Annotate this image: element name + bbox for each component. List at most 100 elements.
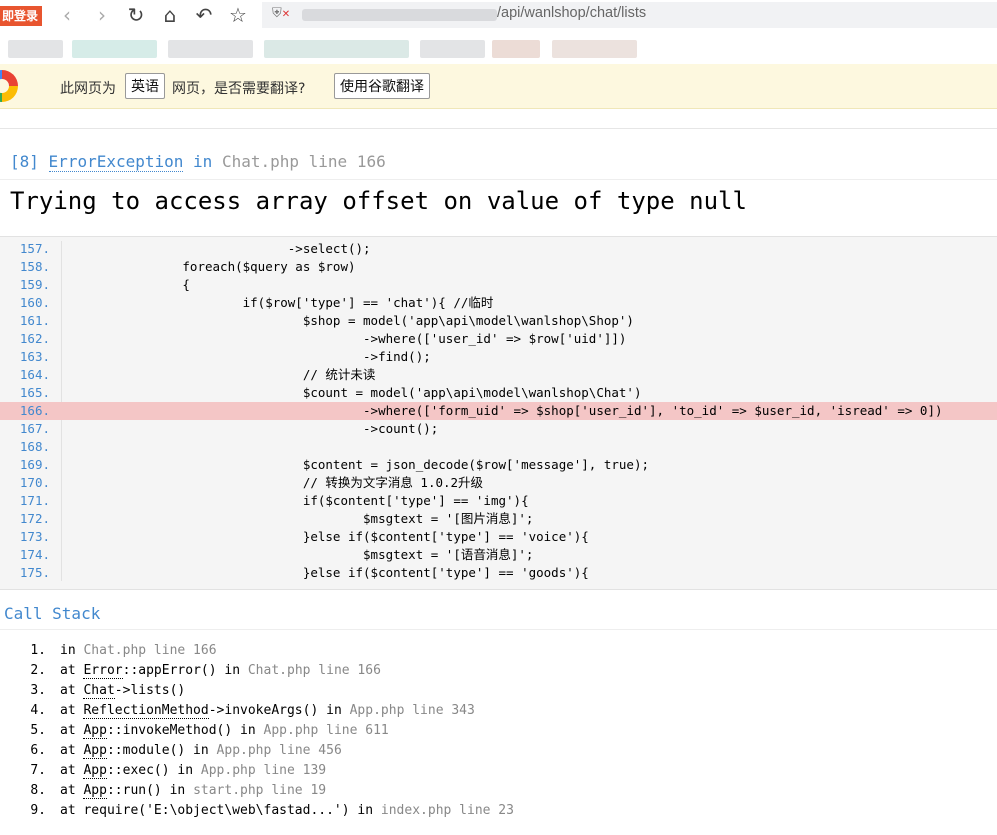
error-header: [8] ErrorException in Chat.php line 166 [10,152,386,172]
code-text: // 统计未读 [62,367,376,382]
line-number: 164. [19,367,50,382]
code-line: 160. if($row['type'] == 'chat'){ //临时 [0,294,997,312]
code-line: 158. foreach($query as $row) [0,258,997,276]
stack-frame: in Chat.php line 166 [60,641,217,661]
divider [0,629,997,630]
reload-icon[interactable]: ↻ [124,3,148,27]
stack-index: 6. [30,743,46,758]
code-line: 165. $count = model('app\api\model\wanls… [0,384,997,402]
code-text: $count = model('app\api\model\wanlshop\C… [62,385,642,400]
code-line: 173. }else if($content['type'] == 'voice… [0,528,997,546]
login-badge[interactable]: 即登录 [0,6,43,26]
call-stack-title: Call Stack [4,604,101,623]
bookmark-item[interactable] [8,40,63,58]
line-number: 163. [19,349,50,364]
stack-frame: at ReflectionMethod->invokeArgs() in App… [60,701,475,721]
line-number: 166. [19,403,50,418]
line-number: 165. [19,385,50,400]
line-number: 158. [19,259,50,274]
code-line: 161. $shop = model('app\api\model\wanlsh… [0,312,997,330]
translate-button[interactable]: 使用谷歌翻译 [334,73,430,99]
stack-index: 5. [30,723,46,738]
frame-mid: ->lists() [114,683,186,698]
source-code-panel: 157. ->select(); 158. foreach($query as $… [0,236,997,590]
line-number: 174. [19,547,50,562]
line-number: 172. [19,511,50,526]
bookmark-item[interactable] [420,40,485,58]
stack-index: 9. [30,803,46,818]
code-text: foreach($query as $row) [62,259,356,274]
stack-index: 1. [30,643,46,658]
code-line: 163. ->find(); [0,348,997,366]
code-line: 171. if($content['type'] == 'img'){ [0,492,997,510]
code-text: $msgtext = '[图片消息]'; [62,511,534,526]
bookmark-item[interactable] [264,40,409,58]
code-line: 169. $content = json_decode($row['messag… [0,456,997,474]
frame-g: App.php line 139 [200,763,327,778]
line-number: 157. [19,241,50,256]
divider [0,179,997,180]
code-text: ->find(); [62,349,431,364]
site-security-icon[interactable]: ⛨✕ [272,6,290,21]
bookmark-item[interactable] [492,40,540,58]
bookmark-item[interactable] [168,40,253,58]
frame-pre: at [60,723,84,738]
frame-g: start.php line 19 [193,783,327,798]
stack-frame: at require('E:\object\web\fastad...') in… [60,801,514,821]
translate-suffix: 网页，是否需要翻译? [172,81,306,97]
stack-frame: at App::exec() in App.php line 139 [60,761,326,781]
bookmark-item[interactable] [72,40,157,58]
code-text: if($row['type'] == 'chat'){ //临时 [62,295,494,310]
frame-pre: at require( [60,803,147,818]
code-text: $shop = model('app\api\model\wanlshop\Sh… [62,313,634,328]
stack-index: 3. [30,683,46,698]
line-number: 167. [19,421,50,436]
code-text: ->where(['form_uid' => $shop['user_id'],… [62,403,943,418]
undo-icon[interactable]: ↶ [192,3,216,27]
url-host-blurred [302,9,497,21]
language-button[interactable]: 英语 [125,73,165,99]
frame-mid: ::run() in [106,783,194,798]
stack-index: 8. [30,783,46,798]
code-text: ->select(); [62,241,371,256]
error-message: Trying to access array offset on value o… [10,187,747,215]
error-in-word: in [193,152,213,171]
stack-frame: at App::module() in App.php line 456 [60,741,342,761]
error-location: Chat.php line 166 [221,152,386,171]
frame-pre: at [60,763,84,778]
code-line-highlighted: 166. ->where(['form_uid' => $shop['user_… [0,402,997,420]
stack-index: 2. [30,663,46,678]
line-number: 159. [19,277,50,292]
back-icon[interactable]: ‹ [55,3,79,27]
frame-u: App [83,743,107,759]
address-bar[interactable]: ⛨✕ /api/wanlshop/chat/lists [262,2,997,28]
frame-g: Chat.php line 166 [247,663,381,678]
code-line: 164. // 统计未读 [0,366,997,384]
forward-icon[interactable]: › [90,3,114,27]
code-line: 174. $msgtext = '[语音消息]'; [0,546,997,564]
url-path: /api/wanlshop/chat/lists [497,5,647,21]
frame-post: 'E:\object\web\fastad...') in [146,803,381,818]
line-number: 162. [19,331,50,346]
code-line: 172. $msgtext = '[图片消息]'; [0,510,997,528]
stack-index: 4. [30,703,46,718]
line-number: 171. [19,493,50,508]
home-icon[interactable]: ⌂ [158,3,182,27]
code-line: 159. { [0,276,997,294]
frame-g: App.php line 456 [216,743,342,758]
frame-pre: at [60,743,84,758]
star-icon[interactable]: ☆ [226,3,250,27]
code-text: { [62,277,190,292]
frame-mid: ::module() in [106,743,217,758]
code-text: }else if($content['type'] == 'goods'){ [62,565,589,580]
code-text: // 转换为文字消息 1.0.2升级 [62,475,484,490]
code-text: $content = json_decode($row['message'], … [62,457,649,472]
code-text: ->where(['user_id' => $row['uid']]) [62,331,627,346]
frame-mid: ::invokeMethod() in [106,723,264,738]
stack-frame: at Error::appError() in Chat.php line 16… [60,661,381,681]
frame-u: Error [83,663,123,679]
bookmark-item[interactable] [552,40,637,58]
frame-pre: at [60,683,84,698]
code-text: }else if($content['type'] == 'voice'){ [62,529,589,544]
frame-pre: at [60,703,84,718]
